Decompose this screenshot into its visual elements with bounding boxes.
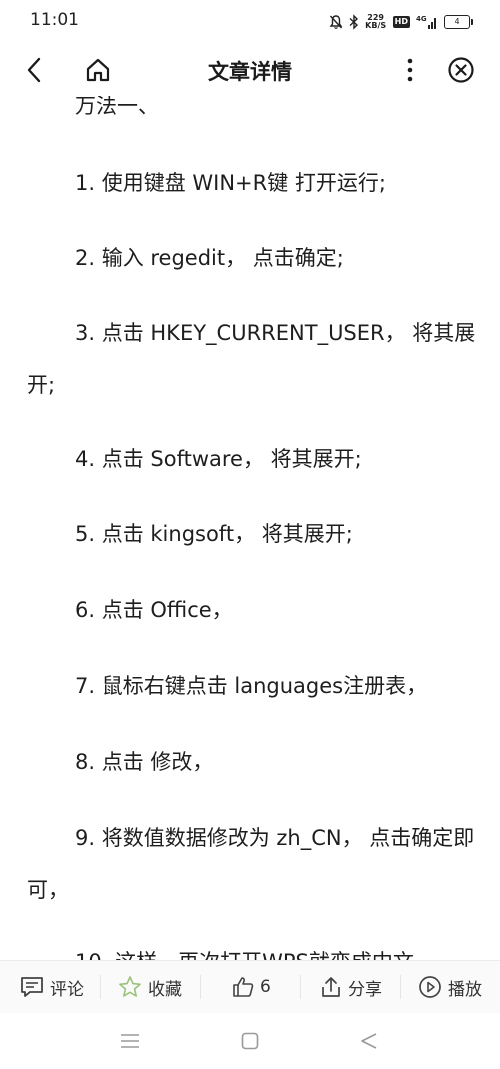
article-paragraph: 2. 输入 regedit， 点击确定; [75, 246, 344, 270]
share-label: 分享 [348, 979, 382, 1000]
comment-button[interactable]: 评论 [20, 961, 84, 1013]
battery-icon: 4 [444, 15, 473, 29]
comment-icon [21, 977, 43, 997]
net-speed: 229 KB/S [365, 14, 387, 30]
signal-icon: 4G [416, 15, 436, 29]
system-nav-bar [0, 1013, 500, 1069]
play-button[interactable]: 播放 [418, 961, 482, 1013]
thumbs-up-icon [233, 977, 254, 997]
status-time: 11:01 [30, 10, 79, 30]
mute-icon [329, 15, 343, 29]
menu-icon [121, 1034, 139, 1048]
system-back-button[interactable] [353, 1025, 385, 1057]
more-vertical-icon [407, 58, 413, 82]
close-circle-icon [448, 57, 474, 83]
share-icon [322, 977, 340, 997]
article-paragraph: 4. 点击 Software， 将其展开; [75, 447, 362, 471]
triangle-back-icon [361, 1033, 377, 1049]
comment-label: 评论 [50, 979, 84, 1000]
article-paragraph: 3. 点击 HKEY_CURRENT_USER， 将其展开; [27, 321, 476, 397]
network-label: 4G [416, 15, 427, 23]
article-paragraph: 7. 鼠标右键点击 languages注册表， [75, 674, 428, 698]
bluetooth-icon [349, 14, 358, 30]
share-button[interactable]: 分享 [320, 961, 382, 1013]
header: 文章详情 [0, 44, 500, 96]
status-icons: 229 KB/S HD 4G 4 [329, 11, 473, 33]
page-title: 文章详情 [208, 60, 292, 84]
hd-badge: HD [392, 16, 410, 28]
article-paragraph: 5. 点击 kingsoft， 将其展开; [75, 522, 353, 546]
more-button[interactable] [394, 54, 426, 86]
like-button[interactable]: 6 [232, 961, 271, 1013]
collect-label: 收藏 [148, 979, 182, 1000]
home-button[interactable] [82, 54, 114, 86]
square-home-icon [241, 1032, 259, 1050]
play-label: 播放 [448, 979, 482, 1000]
article-paragraph: 6. 点击 Office， [75, 598, 233, 622]
article-paragraph: 9. 将数值数据修改为 zh_CN， 点击确定即可， [27, 826, 475, 902]
back-button[interactable] [18, 54, 50, 86]
article-paragraph: 10. 这样，再次打开WPS就变成中文 [27, 936, 477, 960]
article-content[interactable]: 万法一、 1. 使用键盘 WIN+R键 打开运行; 2. 输入 regedit，… [0, 78, 500, 960]
star-icon [119, 976, 141, 997]
close-button[interactable] [445, 54, 477, 86]
play-circle-icon [419, 976, 441, 998]
divider [200, 975, 201, 999]
recent-apps-button[interactable] [114, 1025, 146, 1057]
collect-button[interactable]: 收藏 [118, 961, 182, 1013]
system-home-button[interactable] [234, 1025, 266, 1057]
divider [400, 975, 401, 999]
home-icon [86, 58, 110, 82]
divider [100, 975, 101, 999]
chevron-left-icon [27, 57, 41, 83]
divider [300, 975, 301, 999]
article-paragraph: 1. 使用键盘 WIN+R键 打开运行; [75, 171, 386, 195]
article-paragraph: 8. 点击 修改， [75, 750, 214, 774]
net-speed-unit: KB/S [365, 21, 387, 30]
action-bar: 评论 收藏 6 分享 播放 [0, 960, 500, 1013]
status-bar: 11:01 229 KB/S HD 4G 4 [0, 0, 500, 44]
like-count: 6 [260, 977, 271, 997]
